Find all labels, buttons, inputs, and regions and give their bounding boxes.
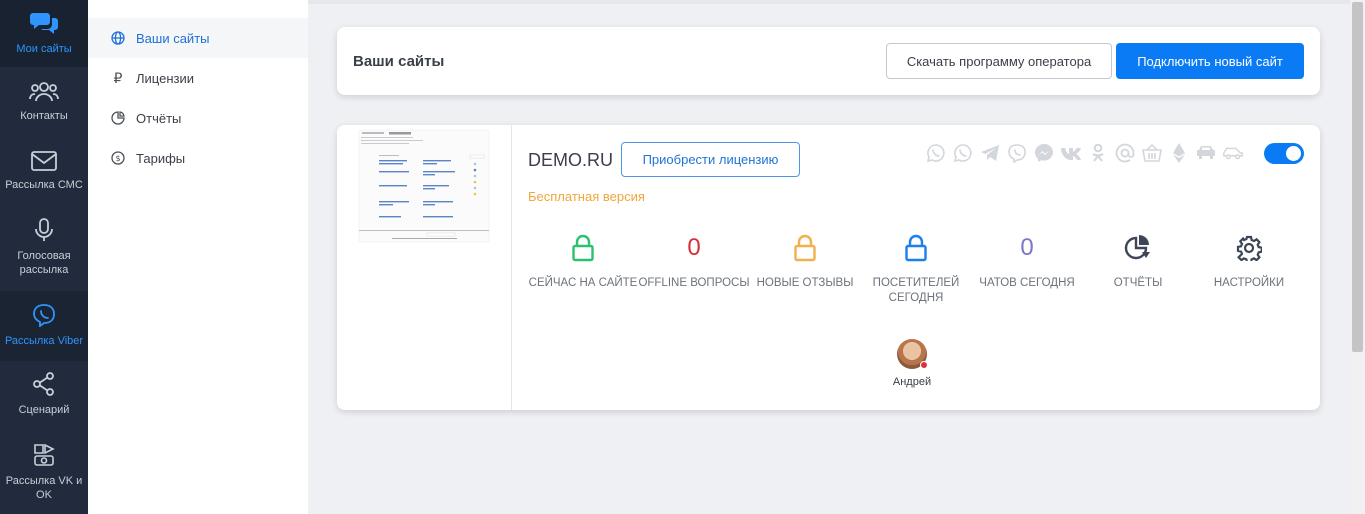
submenu-item-label: Отчёты — [136, 110, 182, 126]
lock-orange-icon — [794, 233, 816, 263]
buy-license-button[interactable]: Приобрести лицензию — [621, 142, 800, 177]
lock-green-icon — [572, 233, 594, 263]
avatar — [897, 339, 928, 369]
stat-label: Сейчас на сайте — [528, 277, 638, 289]
submenu-item-licenses[interactable]: ₽ Лицензии — [88, 58, 308, 98]
section-menu: Ваши сайты ₽ Лицензии Отчёты $ Тарифы — [88, 0, 308, 514]
plan-status: Бесплатная версия — [528, 189, 645, 204]
stat-label: Чатов сегодня — [979, 277, 1075, 289]
rail-item-viber[interactable]: Рассылка Viber — [0, 291, 88, 361]
main-rail: Мои сайты Контакты Рассылка СМС Голосова… — [0, 0, 88, 514]
ruble-icon: ₽ — [113, 69, 123, 86]
site-card: DEMO.RU Приобрести лицензию Бесплатная в… — [337, 125, 1320, 410]
download-operator-app-button[interactable]: Скачать программу оператора — [886, 43, 1112, 79]
site-domain[interactable]: DEMO.RU — [528, 150, 613, 171]
svg-text:$: $ — [115, 154, 120, 163]
pie-chart-icon — [1124, 233, 1152, 263]
microphone-icon — [35, 218, 53, 241]
stat-now-on-site[interactable]: Сейчас на сайте — [523, 233, 643, 291]
viber-icon — [33, 304, 55, 327]
car-icon[interactable] — [1222, 142, 1244, 164]
email-icon[interactable] — [1114, 142, 1136, 164]
stat-chats-today[interactable]: 0 Чатов сегодня — [967, 233, 1087, 291]
operator[interactable]: Андрей — [887, 339, 937, 388]
rail-item-label: Рассылка VK и OK — [5, 475, 83, 501]
dollar-circle-icon: $ — [110, 151, 126, 165]
social-broadcast-icon — [34, 443, 55, 466]
stat-new-reviews[interactable]: Новые отзывы — [745, 233, 865, 291]
sites-header-card: Ваши сайты Скачать программу оператора П… — [337, 27, 1320, 95]
viber-icon[interactable] — [1006, 142, 1028, 164]
pie-chart-icon — [110, 111, 126, 125]
submenu-item-reports[interactable]: Отчёты — [88, 98, 308, 138]
stat-settings[interactable]: Настройки — [1189, 233, 1309, 291]
messenger-icon[interactable] — [1033, 142, 1055, 164]
site-enabled-toggle[interactable] — [1264, 143, 1304, 164]
submenu-item-tariffs[interactable]: $ Тарифы — [88, 138, 308, 178]
whatsapp-icon[interactable] — [952, 142, 974, 164]
channel-icons — [925, 142, 1244, 164]
rail-item-label: Контакты — [20, 110, 68, 122]
stat-label: Offline вопросы — [638, 277, 750, 289]
envelope-icon — [31, 151, 57, 171]
submenu-item-label: Лицензии — [136, 70, 194, 86]
stat-visitors-today[interactable]: Посетителей сегодня — [856, 233, 976, 306]
whatsapp-icon[interactable] — [925, 142, 947, 164]
basket-icon[interactable] — [1141, 142, 1163, 164]
rail-item-sms[interactable]: Рассылка СМС — [0, 151, 88, 211]
scrollbar-thumb[interactable] — [1352, 2, 1363, 352]
connect-new-site-button[interactable]: Подключить новый сайт — [1116, 43, 1304, 79]
ethereum-icon[interactable] — [1168, 142, 1190, 164]
rail-item-label: Рассылка СМС — [5, 179, 83, 191]
rail-item-voice[interactable]: Голосовая рассылка — [0, 218, 88, 284]
rail-item-label: Голосовая рассылка — [17, 250, 71, 276]
lock-blue-icon — [905, 233, 927, 263]
stat-label: Посетителей сегодня — [872, 277, 960, 304]
submenu-item-your-sites[interactable]: Ваши сайты — [88, 18, 308, 58]
car-icon[interactable] — [1195, 142, 1217, 164]
chat-bubbles-icon — [30, 13, 58, 34]
gear-icon — [1236, 233, 1262, 263]
status-dot — [920, 361, 928, 369]
rail-item-vk-ok[interactable]: Рассылка VK и OK — [0, 441, 88, 514]
stat-offline-questions[interactable]: 0 Offline вопросы — [634, 233, 754, 291]
site-preview-image — [358, 129, 490, 243]
submenu-item-label: Тарифы — [136, 150, 186, 166]
rail-item-scenario[interactable]: Сценарий — [0, 372, 88, 432]
operator-name: Андрей — [892, 376, 932, 388]
stat-label: Отчёты — [1113, 277, 1163, 289]
rail-item-label: Мои сайты — [16, 43, 72, 55]
ok-icon[interactable] — [1087, 142, 1109, 164]
rail-item-my-sites[interactable]: Мои сайты — [0, 0, 88, 67]
stat-reports[interactable]: Отчёты — [1078, 233, 1198, 291]
submenu-item-label: Ваши сайты — [136, 30, 210, 46]
rail-item-label: Рассылка Viber — [4, 335, 84, 347]
telegram-icon[interactable] — [979, 142, 1001, 164]
share-nodes-icon — [33, 372, 54, 396]
stat-label: Новые отзывы — [756, 277, 854, 289]
users-icon — [29, 82, 59, 102]
stat-label: Настройки — [1213, 277, 1285, 289]
globe-icon — [110, 31, 126, 45]
vk-icon[interactable] — [1060, 142, 1082, 164]
rail-item-label: Сценарий — [18, 404, 70, 416]
stat-value: 0 — [1020, 234, 1034, 261]
stat-value: 0 — [687, 234, 701, 261]
page-title: Ваши сайты — [353, 53, 445, 70]
top-strip — [308, 0, 1350, 4]
rail-item-contacts[interactable]: Контакты — [0, 80, 88, 140]
site-thumbnail[interactable] — [337, 125, 512, 410]
